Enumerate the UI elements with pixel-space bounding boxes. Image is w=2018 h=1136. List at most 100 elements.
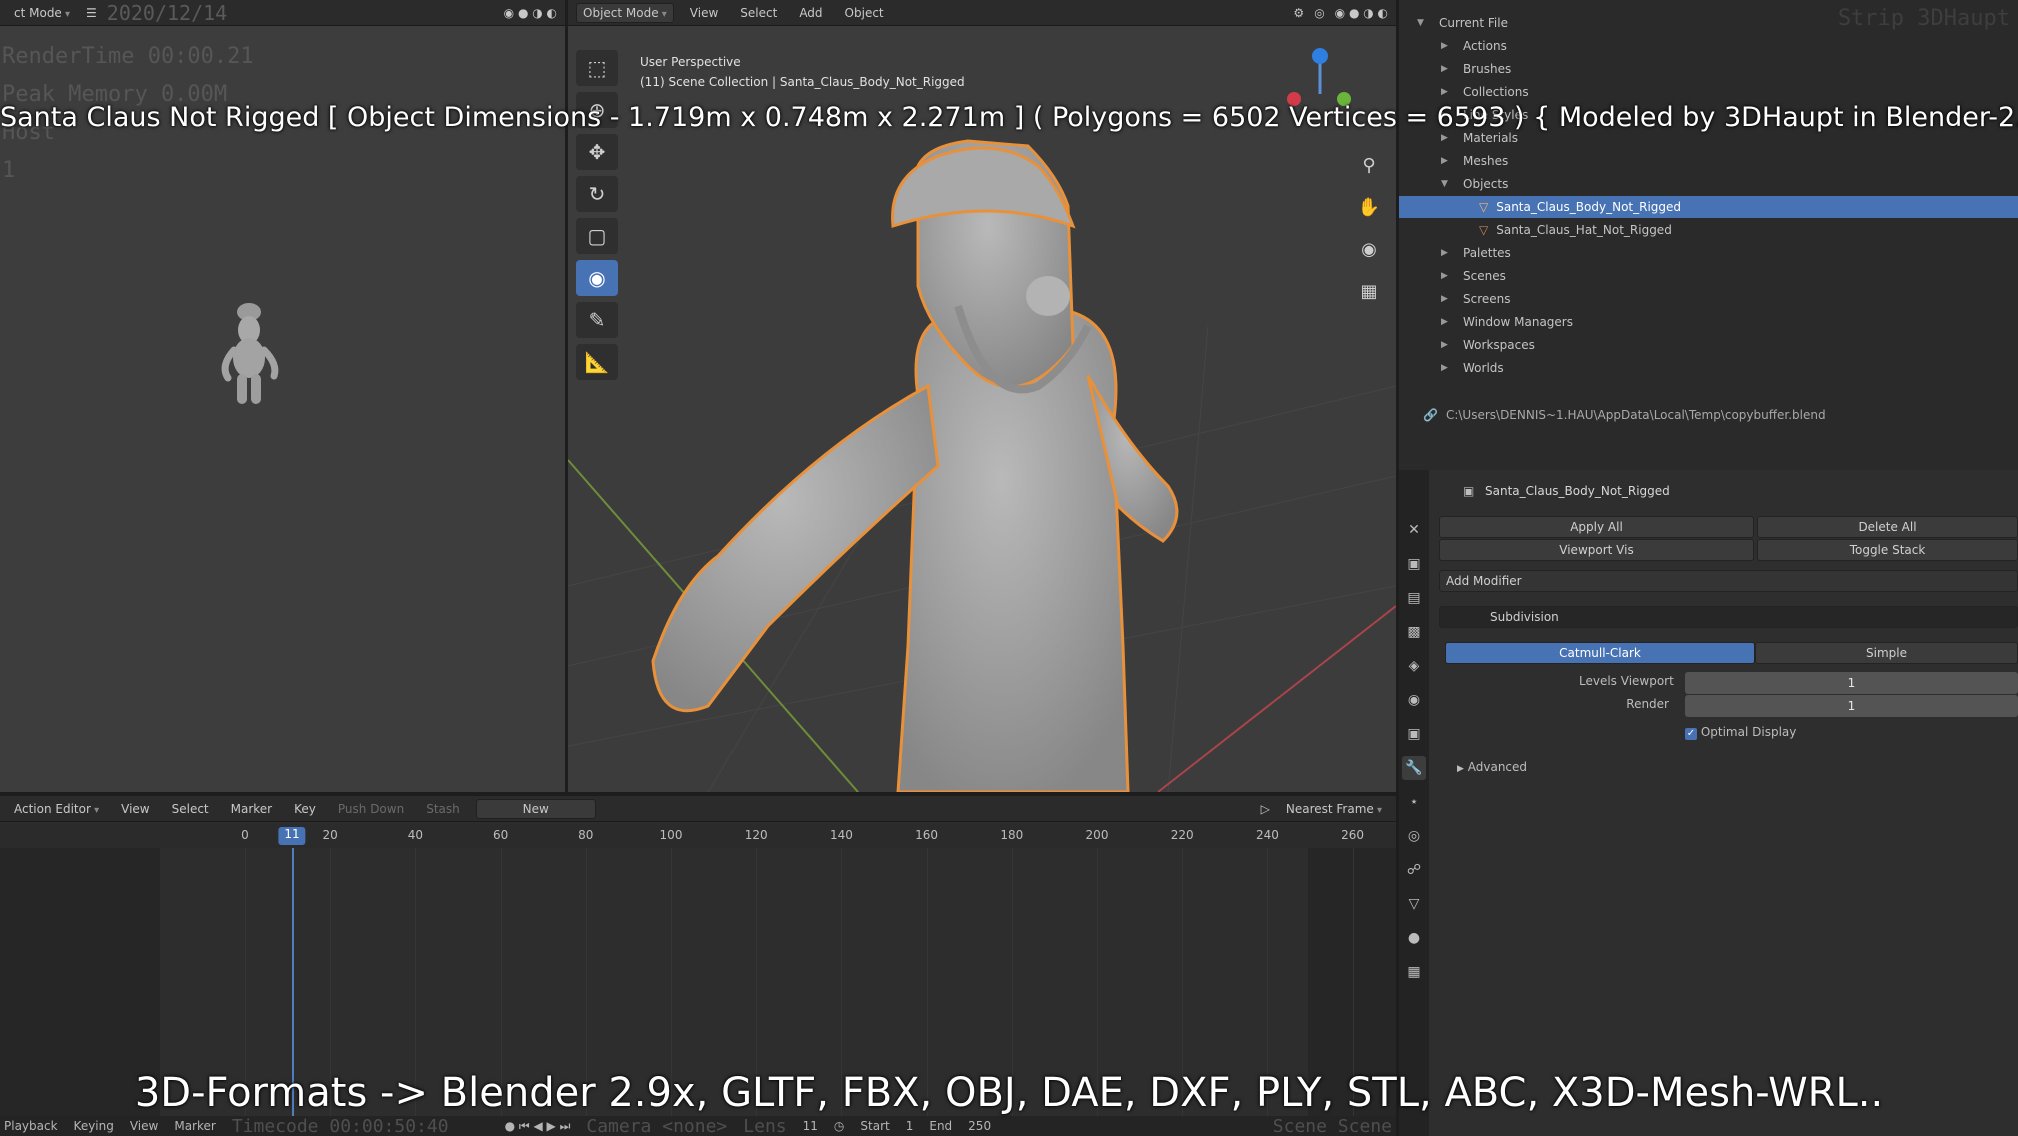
menu-object[interactable]: Object <box>839 4 890 22</box>
render-tab-icon[interactable]: ▣ <box>1402 552 1426 576</box>
outliner-row[interactable]: ▼ Objects <box>1399 173 2018 195</box>
physics-tab-icon[interactable]: ◎ <box>1402 824 1426 848</box>
select-box-icon[interactable]: ⬚ <box>576 50 618 86</box>
render-levels-field[interactable]: 1 <box>1685 695 2018 717</box>
expand-arrow-icon[interactable]: ▶ <box>1457 764 1464 774</box>
simple-tab[interactable]: Simple <box>1755 642 2018 664</box>
shading-icon[interactable]: ◉ ● ◑ ◐ <box>504 6 557 20</box>
pan-hand-icon[interactable]: ✋ <box>1354 192 1384 222</box>
levels-viewport-field[interactable]: 1 <box>1685 672 2018 694</box>
expand-arrow-icon[interactable]: ▶ <box>1441 271 1455 281</box>
menu-key-timeline[interactable]: Key <box>288 800 322 818</box>
move-icon[interactable]: ✥ <box>576 134 618 170</box>
outliner-row[interactable]: ▶ Worlds <box>1399 357 2018 379</box>
zoom-icon[interactable]: ⚲ <box>1354 150 1384 180</box>
advanced-section[interactable]: ▶ Advanced <box>1457 760 1527 774</box>
outliner-row[interactable]: ▶ Window Managers <box>1399 311 2018 333</box>
collapse-arrow-icon[interactable]: ▼ <box>1417 18 1431 28</box>
keying-dropdown[interactable]: Keying <box>74 1119 114 1133</box>
expand-arrow-icon[interactable]: ▶ <box>1441 87 1455 97</box>
toggle-stack-button[interactable]: Toggle Stack <box>1757 539 2018 561</box>
shading-modes-icon[interactable]: ◉ ● ◑ ◐ <box>1335 6 1388 20</box>
object-tab-icon[interactable]: ▣ <box>1402 722 1426 746</box>
footer-frame-field[interactable]: 11 <box>803 1119 818 1133</box>
mode-dropdown[interactable]: ct Mode <box>8 4 76 22</box>
outliner-row[interactable]: ▶ Meshes <box>1399 150 2018 172</box>
view-layer-tab-icon[interactable]: ▩ <box>1402 620 1426 644</box>
outliner-row[interactable]: ▶ Palettes <box>1399 242 2018 264</box>
output-tab-icon[interactable]: ▤ <box>1402 586 1426 610</box>
expand-arrow-icon[interactable]: ▶ <box>1441 340 1455 350</box>
menu-select-timeline[interactable]: Select <box>166 800 215 818</box>
expand-arrow-icon[interactable]: ▶ <box>1441 133 1455 143</box>
modifier-name[interactable]: Subdivision <box>1490 610 1559 624</box>
outliner-row[interactable]: ▶ Actions <box>1399 35 2018 57</box>
outliner-row[interactable]: ▶ Collections <box>1399 81 2018 103</box>
constraints-tab-icon[interactable]: ☍ <box>1402 858 1426 882</box>
snap-dropdown[interactable]: Nearest Frame <box>1280 800 1388 818</box>
expand-arrow-icon[interactable]: ▶ <box>1441 317 1455 327</box>
optimal-display-checkbox[interactable]: ✓ Optimal Display <box>1685 725 1796 740</box>
menu-icon[interactable]: ☰ <box>86 6 97 20</box>
current-frame-badge[interactable]: 11 <box>278 827 306 845</box>
scale-icon[interactable]: ▢ <box>576 218 618 254</box>
expand-arrow-icon[interactable]: ▶ <box>1441 41 1455 51</box>
annotate-icon[interactable]: ✎ <box>576 302 618 338</box>
end-field[interactable]: 250 <box>968 1119 991 1133</box>
playback-controls[interactable]: ● ⏮ ◀ ▶ ⏭ <box>505 1119 571 1134</box>
rotate-icon[interactable]: ↻ <box>576 176 618 212</box>
apply-all-button[interactable]: Apply All <box>1439 516 1754 538</box>
properties-panel[interactable]: ✕ ▣ ▤ ▩ ◈ ◉ ▣ 🔧 ⋆ ◎ ☍ ▽ ● ▦ ▣ Santa_Clau… <box>1399 470 2018 1136</box>
tool-tab-icon[interactable]: ✕ <box>1402 518 1426 542</box>
menu-select[interactable]: Select <box>734 4 783 22</box>
menu-view-timeline[interactable]: View <box>115 800 155 818</box>
menu-view[interactable]: View <box>684 4 724 22</box>
push-down-button[interactable]: Push Down <box>332 800 410 818</box>
menu-add[interactable]: Add <box>793 4 828 22</box>
add-modifier-dropdown[interactable]: Add Modifier <box>1439 570 2018 592</box>
editor-type-dropdown[interactable]: Action Editor <box>8 800 105 818</box>
object-mode-dropdown[interactable]: Object Mode <box>576 2 674 23</box>
checkbox-check-icon[interactable]: ✓ <box>1685 728 1697 740</box>
expand-arrow-icon[interactable]: ▶ <box>1441 363 1455 373</box>
particles-tab-icon[interactable]: ⋆ <box>1402 790 1426 814</box>
outliner-row[interactable]: ▶ Scenes <box>1399 265 2018 287</box>
subdivision-modifier-header[interactable]: Subdivision <box>1439 606 2018 628</box>
menu-marker-timeline[interactable]: Marker <box>225 800 278 818</box>
footer-view-menu[interactable]: View <box>130 1119 158 1133</box>
frame-ruler[interactable]: 11 0 20 40 60 80 100 120 140 160 180 200 220 240 260 <box>0 824 1396 848</box>
new-action-button[interactable]: New <box>475 798 596 819</box>
outliner-panel[interactable]: ▼ Current File ▶ Actions ▶ Brushes ▶ Collection… <box>1399 0 2018 470</box>
outliner-row[interactable]: ▽ Santa_Claus_Body_Not_Rigged <box>1399 196 2018 218</box>
overlay-toggle-icon[interactable]: ◎ <box>1314 6 1324 20</box>
measure-icon[interactable]: 📐 <box>576 344 618 380</box>
camera-view-icon[interactable]: ◉ <box>1354 234 1384 264</box>
expand-arrow-icon[interactable]: ▶ <box>1441 248 1455 258</box>
viewport-vis-button[interactable]: Viewport Vis <box>1439 539 1754 561</box>
playback-dropdown[interactable]: Playback <box>4 1119 58 1133</box>
transform-icon[interactable]: ◉ <box>576 260 618 296</box>
file-path-row[interactable]: 🔗 C:\Users\DENNIS~1.HAU\AppData\Local\Te… <box>1423 404 2018 426</box>
expand-arrow-icon[interactable]: ▶ <box>1441 156 1455 166</box>
collapse-arrow-icon[interactable]: ▼ <box>1441 179 1455 189</box>
expand-arrow-icon[interactable]: ▶ <box>1441 294 1455 304</box>
grid-view-icon[interactable]: ▦ <box>1354 276 1384 306</box>
gizmo-toggle-icon[interactable]: ⚙ <box>1293 6 1304 20</box>
data-tab-icon[interactable]: ▽ <box>1402 892 1426 916</box>
delete-all-button[interactable]: Delete All <box>1757 516 2018 538</box>
texture-tab-icon[interactable]: ▦ <box>1402 960 1426 984</box>
outliner-row[interactable]: ▶ Workspaces <box>1399 334 2018 356</box>
expand-arrow-icon[interactable]: ▶ <box>1441 64 1455 74</box>
scene-tab-icon[interactable]: ◈ <box>1402 654 1426 678</box>
start-field[interactable]: 1 <box>906 1119 914 1133</box>
outliner-row[interactable]: ▽ Santa_Claus_Hat_Not_Rigged <box>1399 219 2018 241</box>
stash-button[interactable]: Stash <box>420 800 466 818</box>
outliner-row[interactable]: ▶ Screens <box>1399 288 2018 310</box>
outliner-row[interactable]: ▶ Brushes <box>1399 58 2018 80</box>
modifier-wrench-icon[interactable]: 🔧 <box>1402 756 1426 780</box>
filter-icon[interactable]: ▷ <box>1261 802 1270 816</box>
footer-marker-menu[interactable]: Marker <box>174 1119 215 1133</box>
world-tab-icon[interactable]: ◉ <box>1402 688 1426 712</box>
catmull-clark-tab[interactable]: Catmull-Clark <box>1445 642 1755 664</box>
material-tab-icon[interactable]: ● <box>1402 926 1426 950</box>
